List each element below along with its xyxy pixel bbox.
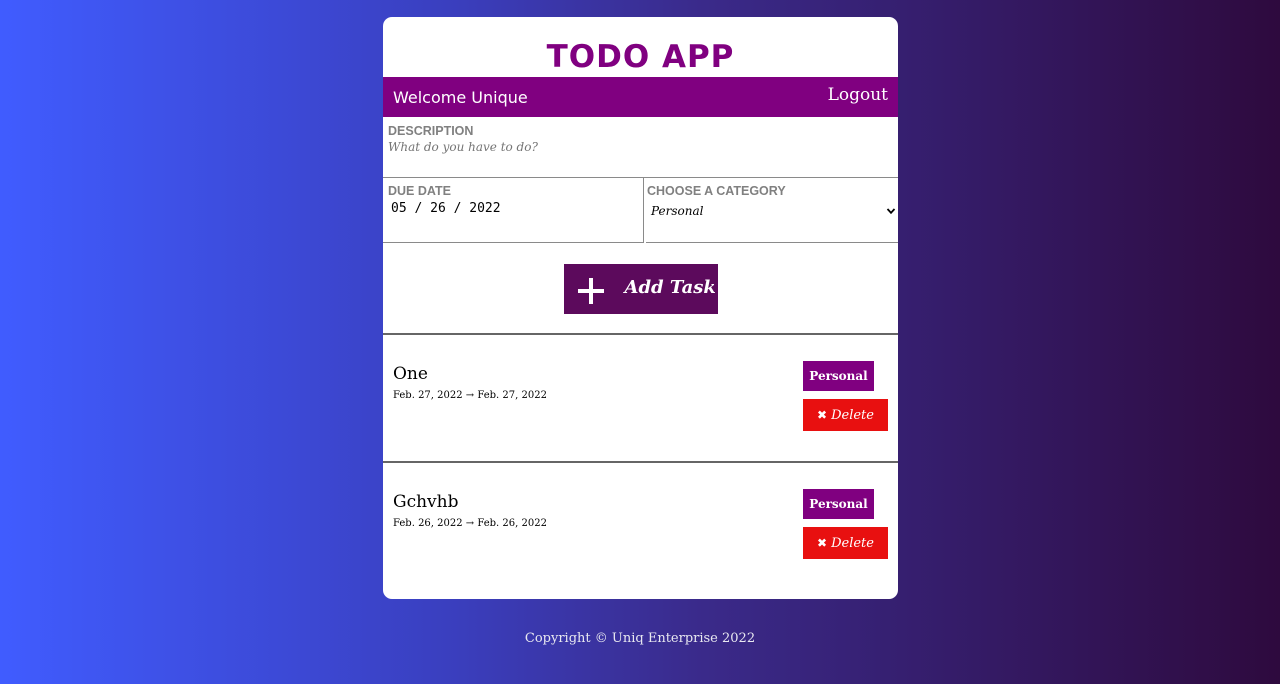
- category-badge: Personal: [803, 361, 874, 391]
- delete-label: Delete: [831, 535, 874, 551]
- description-label: DESCRIPTION: [388, 124, 474, 138]
- close-icon: ✖: [817, 536, 828, 550]
- due-date-label: DUE DATE: [388, 184, 451, 198]
- task-title: Gchvhb: [393, 492, 459, 512]
- close-icon: ✖: [817, 408, 828, 422]
- chevron-down-icon: [886, 208, 896, 215]
- task-title: One: [393, 364, 428, 384]
- category-label: CHOOSE A CATEGORY: [647, 184, 786, 198]
- task-dates: Feb. 27, 2022 → Feb. 27, 2022: [393, 390, 547, 401]
- add-task-label: Add Task: [624, 276, 716, 298]
- description-input[interactable]: [388, 140, 893, 154]
- due-date-field[interactable]: DUE DATE 05 / 26 / 2022: [383, 178, 644, 243]
- category-field: CHOOSE A CATEGORY Personal: [646, 178, 898, 243]
- welcome-text: Welcome Unique: [393, 87, 528, 107]
- welcome-bar: Welcome Unique Logout: [383, 77, 898, 117]
- logout-link[interactable]: Logout: [828, 85, 888, 105]
- task-item: One Feb. 27, 2022 → Feb. 27, 2022 Person…: [383, 335, 898, 463]
- due-date-value[interactable]: 05 / 26 / 2022: [388, 201, 638, 216]
- category-select[interactable]: Personal: [647, 204, 898, 218]
- plus-icon: [577, 278, 604, 304]
- category-selected-value: Personal: [651, 204, 704, 218]
- add-task-button[interactable]: Add Task: [563, 264, 718, 314]
- date-category-row: DUE DATE 05 / 26 / 2022 CHOOSE A CATEGOR…: [383, 178, 898, 244]
- delete-label: Delete: [831, 407, 874, 423]
- category-badge: Personal: [803, 489, 874, 519]
- task-dates: Feb. 26, 2022 → Feb. 26, 2022: [393, 518, 547, 529]
- add-task-row: Add Task: [383, 244, 898, 335]
- task-item: Gchvhb Feb. 26, 2022 → Feb. 26, 2022 Per…: [383, 463, 898, 591]
- description-section: DESCRIPTION: [383, 117, 898, 178]
- delete-button[interactable]: ✖ Delete: [803, 527, 888, 559]
- app-title: TODO APP: [546, 39, 735, 75]
- delete-button[interactable]: ✖ Delete: [803, 399, 888, 431]
- todo-card: TODO APP Welcome Unique Logout DESCRIPTI…: [383, 17, 898, 599]
- footer-copyright: Copyright © Uniq Enterprise 2022: [524, 631, 756, 646]
